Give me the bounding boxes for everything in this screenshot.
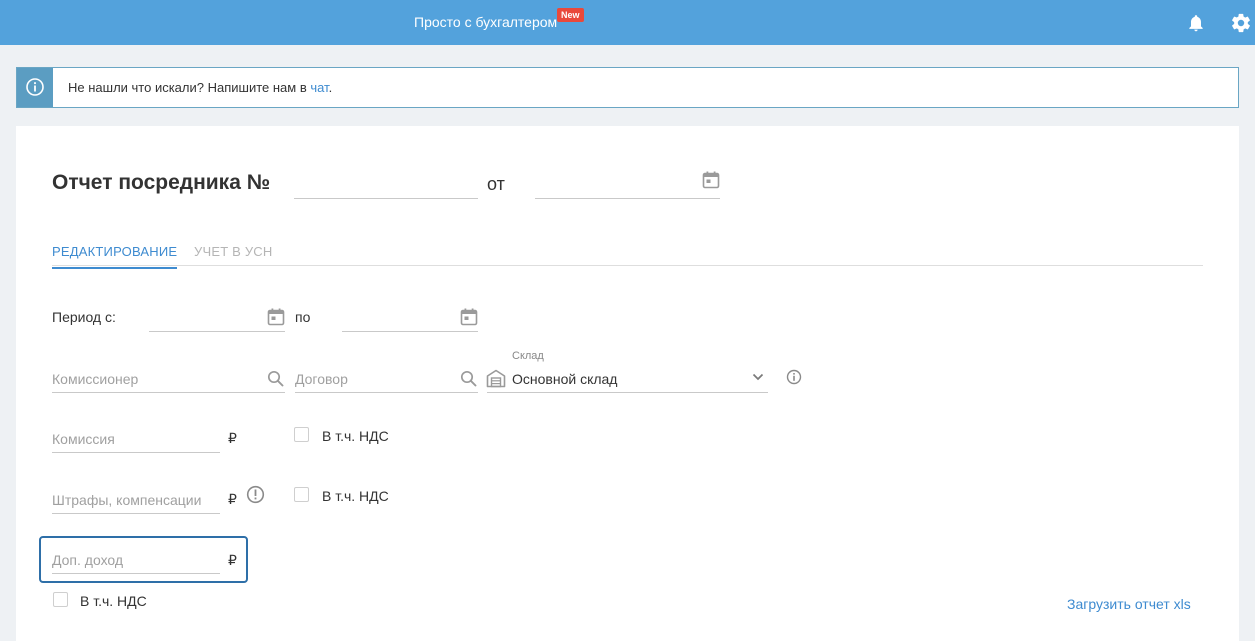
vat-checkbox-commission[interactable] (294, 427, 309, 442)
report-number-field[interactable] (294, 174, 478, 199)
commission-field[interactable] (52, 426, 220, 453)
new-badge: New (557, 8, 584, 22)
calendar-icon[interactable] (460, 308, 478, 326)
tab-usn-accounting[interactable]: УЧЕТ В УСН (194, 244, 272, 259)
info-message: Не нашли что искали? Напишите нам в чат. (68, 80, 332, 95)
tabs-divider (52, 265, 1203, 266)
vat-checkbox-fines[interactable] (294, 487, 309, 502)
period-to-label: по (295, 309, 311, 325)
warehouse-label: Склад (512, 350, 544, 362)
contract-input[interactable] (295, 366, 478, 392)
fines-field[interactable] (52, 486, 220, 514)
commission-input[interactable] (52, 426, 220, 452)
report-number-input[interactable] (294, 174, 478, 198)
currency-sign: ₽ (228, 552, 237, 568)
calendar-icon[interactable] (267, 308, 285, 326)
info-icon[interactable] (786, 369, 802, 385)
extra-income-field[interactable] (52, 547, 220, 574)
period-to-field[interactable] (342, 306, 478, 332)
contract-field[interactable] (295, 366, 478, 393)
calendar-icon[interactable] (702, 171, 720, 189)
warehouse-value[interactable]: Основной склад (512, 371, 617, 387)
info-text: Не нашли что искали? Напишите нам в (68, 80, 311, 95)
app-title[interactable]: Просто с бухгалтером (414, 14, 557, 30)
report-date-field[interactable] (535, 174, 720, 199)
gear-icon[interactable] (1230, 12, 1252, 34)
report-date-input[interactable] (535, 174, 720, 198)
page-title: Отчет посредника № (52, 171, 271, 194)
search-icon[interactable] (267, 370, 284, 387)
report-card: Отчет посредника № от РЕДАКТИРОВАНИЕ УЧЕ… (16, 126, 1239, 641)
vat-label: В т.ч. НДС (322, 428, 389, 444)
currency-sign: ₽ (228, 491, 237, 507)
fines-input[interactable] (52, 486, 220, 513)
vat-label: В т.ч. НДС (80, 593, 147, 609)
info-icon (26, 78, 44, 96)
top-bar: Просто с бухгалтером New (0, 0, 1255, 45)
chevron-down-icon[interactable] (752, 373, 764, 381)
warning-icon[interactable] (246, 485, 265, 504)
vat-label: В т.ч. НДС (322, 488, 389, 504)
info-icon-box (17, 68, 53, 107)
currency-sign: ₽ (228, 430, 237, 446)
bell-icon[interactable] (1186, 13, 1206, 33)
chat-link[interactable]: чат (310, 80, 328, 95)
vat-checkbox-extra-income[interactable] (53, 592, 68, 607)
commissioner-input[interactable] (52, 366, 285, 392)
period-to-input[interactable] (342, 306, 478, 331)
commissioner-field[interactable] (52, 366, 285, 393)
period-from-label: Период с: (52, 309, 116, 325)
period-from-input[interactable] (149, 306, 285, 331)
from-label: от (487, 174, 505, 194)
period-from-field[interactable] (149, 306, 285, 332)
info-banner: Не нашли что искали? Напишите нам в чат. (16, 67, 1239, 108)
info-suffix: . (328, 80, 333, 95)
search-icon[interactable] (460, 370, 477, 387)
upload-xls-link[interactable]: Загрузить отчет xls (1067, 596, 1191, 612)
extra-income-input[interactable] (52, 547, 220, 573)
